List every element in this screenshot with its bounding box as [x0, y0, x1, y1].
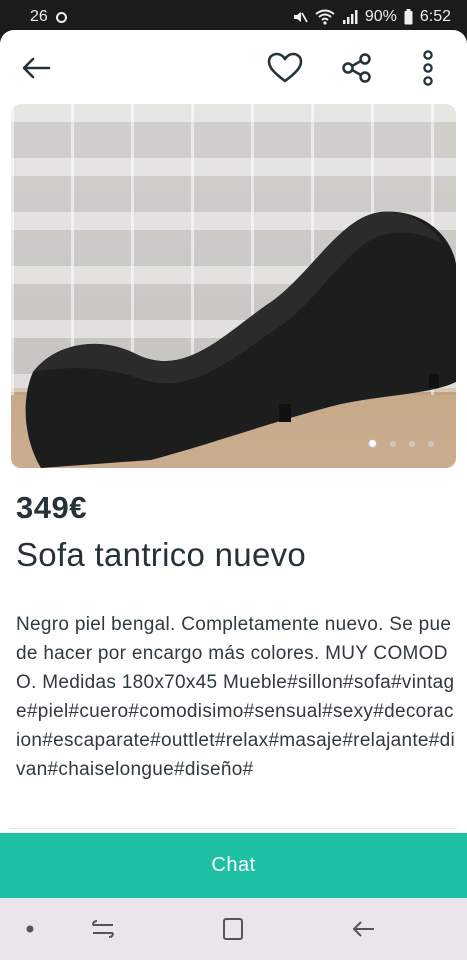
- back-button[interactable]: [14, 46, 58, 90]
- status-right: 90% 6:52: [292, 8, 451, 26]
- top-toolbar: [0, 30, 467, 104]
- nav-dot-button[interactable]: [13, 912, 47, 946]
- chat-button-label: Chat: [211, 854, 256, 876]
- system-nav-bar: [0, 898, 467, 960]
- recent-apps-button[interactable]: [86, 912, 120, 946]
- more-options-button[interactable]: [408, 46, 448, 90]
- home-icon: [223, 918, 243, 940]
- chat-button[interactable]: Chat: [0, 833, 467, 898]
- gallery-dot-active[interactable]: [368, 439, 377, 448]
- product-photo[interactable]: [11, 104, 456, 468]
- clock: 6:52: [419, 8, 451, 25]
- gallery-dot[interactable]: [428, 440, 434, 447]
- gallery-dot[interactable]: [390, 440, 396, 447]
- status-left: 26: [30, 8, 67, 26]
- sofa-illustration: [25, 211, 456, 468]
- mute-icon: [293, 12, 308, 23]
- listing-screen: 349€ Sofa tantrico nuevo Negro piel beng…: [0, 30, 467, 898]
- listing-description: Negro piel bengal. Completamente nuevo. …: [16, 614, 456, 780]
- share-button[interactable]: [335, 46, 379, 90]
- more-vert-icon: [423, 50, 433, 86]
- back-icon: [353, 921, 374, 937]
- recent-apps-icon: [92, 920, 114, 938]
- heart-icon: [267, 52, 303, 83]
- dot-icon: [26, 925, 34, 933]
- signal-icon: [342, 10, 358, 24]
- battery-icon: [404, 9, 413, 25]
- arrow-left-icon: [22, 57, 51, 79]
- listing-price: 349€: [16, 490, 87, 525]
- favorite-button[interactable]: [263, 46, 307, 90]
- home-button[interactable]: [216, 912, 250, 946]
- wifi-icon: [315, 9, 335, 25]
- battery-percent: 90%: [364, 8, 397, 25]
- status-time-left: 26: [30, 8, 48, 25]
- gallery-pagination: [368, 439, 434, 448]
- gallery-dot[interactable]: [409, 440, 415, 447]
- share-icon: [342, 53, 371, 83]
- status-bar: 26 90% 6:52: [0, 0, 467, 34]
- divider: [10, 828, 457, 829]
- back-nav-button[interactable]: [346, 912, 380, 946]
- listing-title: Sofa tantrico nuevo: [16, 536, 307, 573]
- notification-icon: [55, 11, 67, 23]
